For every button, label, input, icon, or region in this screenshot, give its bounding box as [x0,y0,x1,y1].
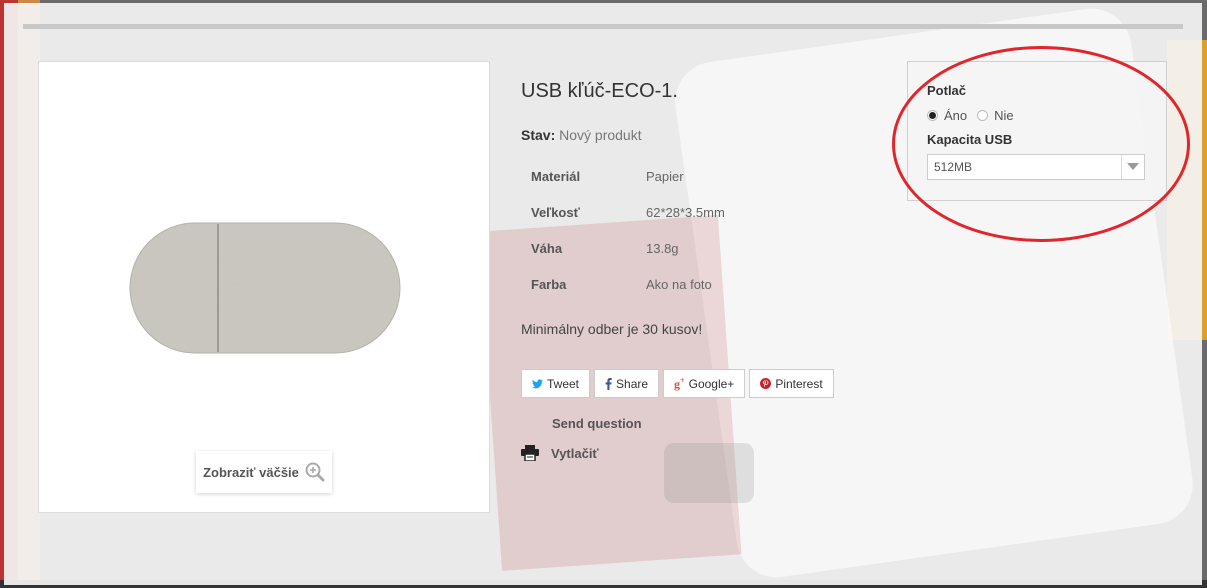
condition-label: Stav: [521,127,556,143]
table-row: Váha 13.8g [520,230,725,266]
share-label: Share [616,376,649,391]
attribute-value: Ako na foto [646,276,712,292]
print-link[interactable]: Vytlačiť [521,445,599,461]
attribute-value: 13.8g [646,240,679,256]
print-no-radio[interactable] [977,110,989,121]
google-plus-button[interactable]: g+ Google+ [663,369,746,398]
attribute-name: Veľkosť [531,204,580,220]
dropdown-arrow[interactable] [1121,155,1144,179]
share-button[interactable]: Share [594,369,660,398]
print-yes-radio[interactable] [927,110,938,121]
twitter-icon [532,378,543,388]
table-row: Farba Ako na foto [520,266,725,302]
product-image-container[interactable]: Zobraziť väčšie [38,61,490,513]
printer-icon [521,445,539,461]
capacity-label: Kapacita USB [927,132,1013,147]
pinterest-label: Pinterest [775,376,823,391]
attribute-name: Váha [531,240,563,256]
table-row: Veľkosť 62*28*3.5mm [520,194,725,230]
zoom-in-icon [305,462,325,482]
attribute-value: 62*28*3.5mm [646,204,725,220]
zoom-label: Zobraziť väčšie [203,464,299,480]
tweet-button[interactable]: Tweet [521,369,591,398]
google-plus-label: Google+ [688,376,735,391]
condition-value: Nový produkt [559,127,642,143]
print-no-label[interactable]: Nie [994,108,1014,123]
zoom-button[interactable]: Zobraziť väčšie [196,451,332,493]
print-label: Vytlačiť [551,445,599,461]
chevron-down-icon [1127,163,1139,170]
product-title: USB kľúč-ECO-1. [521,80,678,102]
facebook-icon [605,377,612,390]
attribute-name: Farba [531,276,567,292]
table-row: Materiál Papier [520,158,725,194]
send-question-link[interactable]: Send question [552,416,642,431]
print-option-radios: Áno Nie [927,108,1014,123]
social-share-bar: Tweet Share g+ Google+ Pinterest [521,369,834,398]
minimum-order-notice: Minimálny odber je 30 kusov! [521,321,703,337]
pinterest-button[interactable]: Pinterest [749,369,834,398]
attribute-value: Papier [646,168,684,184]
tweet-label: Tweet [547,376,580,391]
capacity-select[interactable]: 512MB [927,154,1145,180]
product-image [129,222,401,354]
pinterest-icon [760,378,772,389]
product-page: Zobraziť väčšie USB kľúč-ECO-1. Stav: No… [4,3,1202,585]
top-divider [23,24,1183,29]
capacity-selected-value: 512MB [934,160,973,174]
print-yes-label[interactable]: Áno [944,108,967,123]
google-plus-icon: g+ [674,375,685,391]
product-condition: Stav: Nový produkt [521,127,642,143]
product-options-panel: Potlač Áno Nie Kapacita USB 512MB [907,61,1167,201]
print-option-label: Potlač [927,83,967,98]
product-attributes-table: Materiál Papier Veľkosť 62*28*3.5mm Váha… [520,158,725,302]
attribute-name: Materiál [531,168,581,184]
